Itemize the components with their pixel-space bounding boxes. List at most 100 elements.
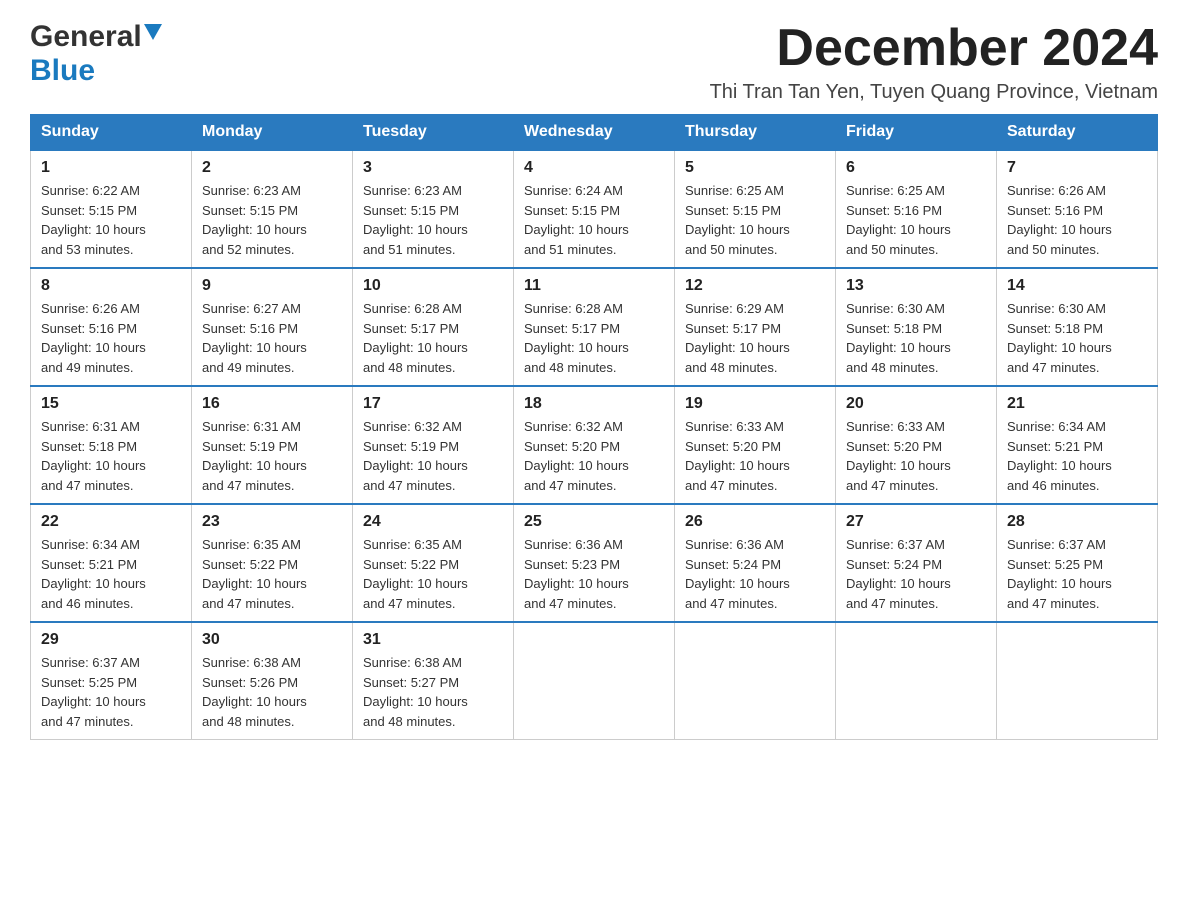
- calendar-cell: 26 Sunrise: 6:36 AMSunset: 5:24 PMDayligh…: [675, 504, 836, 622]
- column-header-tuesday: Tuesday: [353, 115, 514, 151]
- calendar-cell: 2 Sunrise: 6:23 AMSunset: 5:15 PMDaylight…: [192, 150, 353, 268]
- day-number: 3: [363, 159, 503, 177]
- day-info: Sunrise: 6:23 AMSunset: 5:15 PMDaylight:…: [202, 181, 342, 259]
- location-subtitle: Thi Tran Tan Yen, Tuyen Quang Province, …: [710, 81, 1158, 104]
- calendar-cell: [997, 622, 1158, 740]
- day-info: Sunrise: 6:30 AMSunset: 5:18 PMDaylight:…: [1007, 299, 1147, 377]
- day-number: 30: [202, 631, 342, 649]
- day-info: Sunrise: 6:34 AMSunset: 5:21 PMDaylight:…: [1007, 417, 1147, 495]
- calendar-cell: 11 Sunrise: 6:28 AMSunset: 5:17 PMDayligh…: [514, 268, 675, 386]
- day-info: Sunrise: 6:33 AMSunset: 5:20 PMDaylight:…: [685, 417, 825, 495]
- calendar-cell: 3 Sunrise: 6:23 AMSunset: 5:15 PMDaylight…: [353, 150, 514, 268]
- day-number: 15: [41, 395, 181, 413]
- day-info: Sunrise: 6:34 AMSunset: 5:21 PMDaylight:…: [41, 535, 181, 613]
- calendar-cell: 23 Sunrise: 6:35 AMSunset: 5:22 PMDayligh…: [192, 504, 353, 622]
- month-title: December 2024: [710, 20, 1158, 77]
- calendar-week-row: 8 Sunrise: 6:26 AMSunset: 5:16 PMDaylight…: [31, 268, 1158, 386]
- day-info: Sunrise: 6:32 AMSunset: 5:20 PMDaylight:…: [524, 417, 664, 495]
- day-info: Sunrise: 6:37 AMSunset: 5:24 PMDaylight:…: [846, 535, 986, 613]
- day-info: Sunrise: 6:26 AMSunset: 5:16 PMDaylight:…: [1007, 181, 1147, 259]
- calendar-cell: 30 Sunrise: 6:38 AMSunset: 5:26 PMDayligh…: [192, 622, 353, 740]
- logo-blue: Blue: [30, 54, 95, 87]
- logo-triangle-icon: [142, 22, 164, 47]
- title-section: December 2024 Thi Tran Tan Yen, Tuyen Qu…: [710, 20, 1158, 104]
- calendar-cell: 20Sunrise: 6:33 AMSunset: 5:20 PMDayligh…: [836, 386, 997, 504]
- day-number: 27: [846, 513, 986, 531]
- day-info: Sunrise: 6:22 AMSunset: 5:15 PMDaylight:…: [41, 181, 181, 259]
- calendar-cell: 31Sunrise: 6:38 AMSunset: 5:27 PMDayligh…: [353, 622, 514, 740]
- day-info: Sunrise: 6:24 AMSunset: 5:15 PMDaylight:…: [524, 181, 664, 259]
- day-info: Sunrise: 6:37 AMSunset: 5:25 PMDaylight:…: [1007, 535, 1147, 613]
- calendar-cell: 17 Sunrise: 6:32 AMSunset: 5:19 PMDayligh…: [353, 386, 514, 504]
- day-number: 11: [524, 277, 664, 295]
- day-number: 24: [363, 513, 503, 531]
- column-header-wednesday: Wednesday: [514, 115, 675, 151]
- column-header-friday: Friday: [836, 115, 997, 151]
- day-number: 14: [1007, 277, 1147, 295]
- day-info: Sunrise: 6:27 AMSunset: 5:16 PMDaylight:…: [202, 299, 342, 377]
- day-number: 18: [524, 395, 664, 413]
- logo-general: General: [30, 20, 142, 54]
- day-number: 23: [202, 513, 342, 531]
- day-info: Sunrise: 6:30 AMSunset: 5:18 PMDaylight:…: [846, 299, 986, 377]
- calendar-cell: [675, 622, 836, 740]
- day-info: Sunrise: 6:25 AMSunset: 5:15 PMDaylight:…: [685, 181, 825, 259]
- day-info: Sunrise: 6:25 AMSunset: 5:16 PMDaylight:…: [846, 181, 986, 259]
- day-number: 25: [524, 513, 664, 531]
- day-info: Sunrise: 6:23 AMSunset: 5:15 PMDaylight:…: [363, 181, 503, 259]
- day-number: 17: [363, 395, 503, 413]
- column-header-monday: Monday: [192, 115, 353, 151]
- calendar-cell: 15Sunrise: 6:31 AMSunset: 5:18 PMDayligh…: [31, 386, 192, 504]
- day-info: Sunrise: 6:28 AMSunset: 5:17 PMDaylight:…: [363, 299, 503, 377]
- day-number: 10: [363, 277, 503, 295]
- day-info: Sunrise: 6:35 AMSunset: 5:22 PMDaylight:…: [202, 535, 342, 613]
- day-number: 19: [685, 395, 825, 413]
- logo: General Blue: [30, 20, 164, 88]
- day-number: 2: [202, 159, 342, 177]
- calendar-cell: 7Sunrise: 6:26 AMSunset: 5:16 PMDaylight…: [997, 150, 1158, 268]
- column-header-saturday: Saturday: [997, 115, 1158, 151]
- day-info: Sunrise: 6:37 AMSunset: 5:25 PMDaylight:…: [41, 653, 181, 731]
- calendar-cell: 12Sunrise: 6:29 AMSunset: 5:17 PMDayligh…: [675, 268, 836, 386]
- calendar-cell: 18 Sunrise: 6:32 AMSunset: 5:20 PMDayligh…: [514, 386, 675, 504]
- calendar-cell: 27 Sunrise: 6:37 AMSunset: 5:24 PMDayligh…: [836, 504, 997, 622]
- day-info: Sunrise: 6:36 AMSunset: 5:23 PMDaylight:…: [524, 535, 664, 613]
- day-info: Sunrise: 6:38 AMSunset: 5:26 PMDaylight:…: [202, 653, 342, 731]
- calendar-cell: 24Sunrise: 6:35 AMSunset: 5:22 PMDayligh…: [353, 504, 514, 622]
- calendar-cell: 22Sunrise: 6:34 AMSunset: 5:21 PMDayligh…: [31, 504, 192, 622]
- day-info: Sunrise: 6:36 AMSunset: 5:24 PMDaylight:…: [685, 535, 825, 613]
- day-number: 13: [846, 277, 986, 295]
- calendar-cell: [514, 622, 675, 740]
- day-number: 26: [685, 513, 825, 531]
- calendar-cell: 6Sunrise: 6:25 AMSunset: 5:16 PMDaylight…: [836, 150, 997, 268]
- day-number: 4: [524, 159, 664, 177]
- column-header-sunday: Sunday: [31, 115, 192, 151]
- calendar-week-row: 15Sunrise: 6:31 AMSunset: 5:18 PMDayligh…: [31, 386, 1158, 504]
- page-header: General Blue December 2024 Thi Tran Tan …: [30, 20, 1158, 104]
- calendar-cell: 16Sunrise: 6:31 AMSunset: 5:19 PMDayligh…: [192, 386, 353, 504]
- day-number: 21: [1007, 395, 1147, 413]
- day-info: Sunrise: 6:33 AMSunset: 5:20 PMDaylight:…: [846, 417, 986, 495]
- day-info: Sunrise: 6:28 AMSunset: 5:17 PMDaylight:…: [524, 299, 664, 377]
- calendar-cell: 14 Sunrise: 6:30 AMSunset: 5:18 PMDayligh…: [997, 268, 1158, 386]
- day-number: 5: [685, 159, 825, 177]
- calendar-cell: 13 Sunrise: 6:30 AMSunset: 5:18 PMDayligh…: [836, 268, 997, 386]
- day-number: 29: [41, 631, 181, 649]
- calendar-cell: 19 Sunrise: 6:33 AMSunset: 5:20 PMDayligh…: [675, 386, 836, 504]
- day-number: 8: [41, 277, 181, 295]
- calendar-header-row: SundayMondayTuesdayWednesdayThursdayFrid…: [31, 115, 1158, 151]
- day-number: 1: [41, 159, 181, 177]
- calendar-week-row: 1 Sunrise: 6:22 AMSunset: 5:15 PMDaylight…: [31, 150, 1158, 268]
- calendar-cell: 4 Sunrise: 6:24 AMSunset: 5:15 PMDaylight…: [514, 150, 675, 268]
- calendar-week-row: 22Sunrise: 6:34 AMSunset: 5:21 PMDayligh…: [31, 504, 1158, 622]
- calendar-cell: 29 Sunrise: 6:37 AMSunset: 5:25 PMDayligh…: [31, 622, 192, 740]
- calendar-table: SundayMondayTuesdayWednesdayThursdayFrid…: [30, 114, 1158, 740]
- calendar-week-row: 29 Sunrise: 6:37 AMSunset: 5:25 PMDayligh…: [31, 622, 1158, 740]
- day-info: Sunrise: 6:26 AMSunset: 5:16 PMDaylight:…: [41, 299, 181, 377]
- day-info: Sunrise: 6:32 AMSunset: 5:19 PMDaylight:…: [363, 417, 503, 495]
- calendar-cell: 21 Sunrise: 6:34 AMSunset: 5:21 PMDayligh…: [997, 386, 1158, 504]
- calendar-cell: 28Sunrise: 6:37 AMSunset: 5:25 PMDayligh…: [997, 504, 1158, 622]
- calendar-cell: 8 Sunrise: 6:26 AMSunset: 5:16 PMDaylight…: [31, 268, 192, 386]
- calendar-cell: 5 Sunrise: 6:25 AMSunset: 5:15 PMDaylight…: [675, 150, 836, 268]
- day-number: 31: [363, 631, 503, 649]
